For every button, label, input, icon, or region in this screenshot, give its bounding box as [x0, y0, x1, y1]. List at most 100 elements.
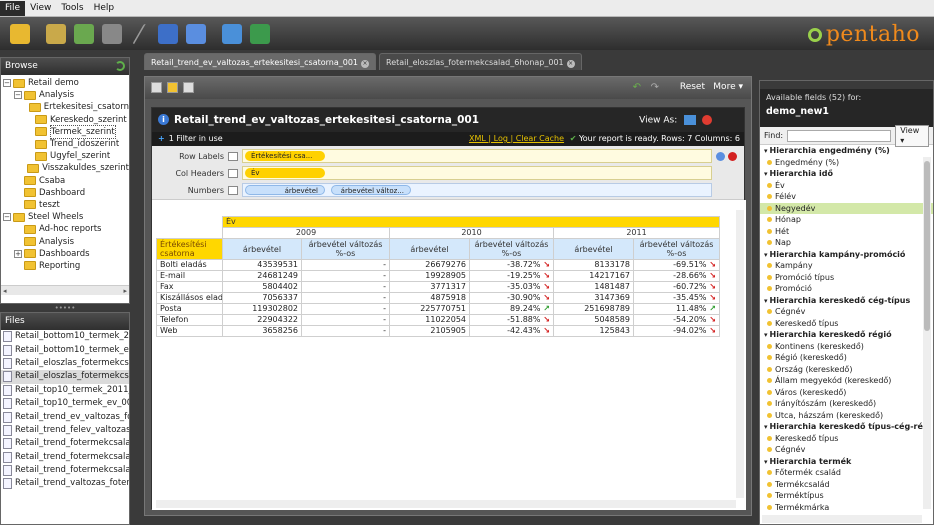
report-tab[interactable]: Retail_eloszlas_fotermekcsalad_6honap_00…: [379, 53, 582, 70]
find-input[interactable]: [787, 129, 892, 142]
report-links[interactable]: XML | Log | Clear Cache: [469, 132, 564, 146]
tree-item[interactable]: Trend_idoszerint: [1, 138, 129, 150]
tree-item[interactable]: Dashboard: [1, 187, 129, 199]
field-item[interactable]: Termékmárka: [760, 502, 933, 514]
file-item[interactable]: Retail_trend_fotermekcsalad: [1, 437, 129, 450]
field-item[interactable]: Cégnév: [760, 444, 933, 456]
chart-toggle-icon[interactable]: [183, 82, 194, 93]
tree-toggle-icon[interactable]: −: [14, 91, 22, 100]
browse-scrollbar[interactable]: ◂ ▸: [1, 285, 129, 295]
fields-hscroll[interactable]: [762, 515, 922, 523]
tab-close-icon[interactable]: ×: [361, 60, 370, 68]
row-label[interactable]: E-mail: [156, 270, 223, 282]
file-item[interactable]: Retail_eloszlas_fotermekcsal: [1, 370, 129, 384]
file-item[interactable]: Retail_trend_felev_valtozas_: [1, 424, 129, 437]
info-icon[interactable]: i: [158, 114, 169, 125]
redo-icon[interactable]: ↷: [651, 82, 659, 93]
tree-item[interactable]: Ertekesitesi_csatorn: [1, 101, 129, 113]
measure-header[interactable]: árbevétel: [222, 238, 302, 260]
grid-view-icon[interactable]: [151, 82, 162, 93]
field-hierarchy[interactable]: ▾ Hierarchia engedmény (%): [760, 145, 933, 157]
panel-splitter[interactable]: •••••: [0, 304, 130, 312]
field-hierarchy[interactable]: ▾ Hierarchia kereskedő cég-típus: [760, 295, 933, 307]
chart-icon[interactable]: [702, 115, 712, 125]
file-item[interactable]: Retail_top10_termek_2011_: [1, 384, 129, 397]
row-label[interactable]: Bolti eladás: [156, 259, 223, 271]
field-item[interactable]: Hét: [760, 226, 933, 238]
save-icon[interactable]: [158, 23, 178, 44]
new-report-icon[interactable]: [46, 23, 66, 44]
field-item[interactable]: Termékcsalád: [760, 479, 933, 491]
open-folder-icon[interactable]: [10, 23, 30, 44]
field-item[interactable]: Kereskedő típus: [760, 433, 933, 445]
pivot-vscroll[interactable]: [736, 210, 744, 498]
file-item[interactable]: Retail_bottom10_termek_20: [1, 330, 129, 343]
row-label[interactable]: Web: [156, 325, 223, 337]
year-header[interactable]: 2010: [389, 227, 554, 239]
tree-item[interactable]: Ugyfel_szerint: [1, 150, 129, 162]
row-label[interactable]: Fax: [156, 281, 223, 293]
field-item[interactable]: Állam megyekód (kereskedő): [760, 375, 933, 387]
measure-pill[interactable]: árbevétel: [245, 185, 325, 195]
field-hierarchy[interactable]: ▾ Hierarchia kereskedő típus-cég-rég: [760, 421, 933, 433]
file-item[interactable]: Retail_trend_fotermekcsalad: [1, 464, 129, 477]
field-item[interactable]: Promóció: [760, 283, 933, 295]
save-as-icon[interactable]: [186, 23, 206, 44]
tree-item[interactable]: Csaba: [1, 175, 129, 187]
expand-triangle-icon[interactable]: ▾: [764, 297, 768, 305]
pivot-hscroll[interactable]: [156, 500, 736, 508]
field-item[interactable]: Cégnév: [760, 306, 933, 318]
measure-header[interactable]: árbevétel változás %-os: [632, 238, 721, 260]
tree-item[interactable]: Termek_szerint: [1, 124, 129, 139]
tree-item[interactable]: − Retail demo: [1, 77, 129, 89]
field-item[interactable]: Engedmény (%): [760, 157, 933, 169]
file-item[interactable]: Retail_trend_valtozas_fotern: [1, 477, 129, 490]
refresh-icon[interactable]: [115, 61, 125, 71]
undo-icon[interactable]: ↶: [633, 82, 641, 93]
file-item[interactable]: Retail_top10_termek_ev_001: [1, 397, 129, 410]
new-dashboard-icon[interactable]: [102, 23, 122, 44]
field-item[interactable]: Promóció típus: [760, 272, 933, 284]
year-header[interactable]: 2009: [222, 227, 390, 239]
menu-help[interactable]: Help: [89, 1, 120, 16]
measure-pill[interactable]: árbevétel változ...: [331, 185, 411, 195]
expand-triangle-icon[interactable]: ▾: [764, 331, 768, 339]
col-headers-bar[interactable]: Év: [242, 166, 712, 180]
menu-tools[interactable]: Tools: [56, 1, 88, 16]
year-header[interactable]: 2011: [552, 227, 721, 239]
tree-item[interactable]: Visszakuldes_szerint: [1, 162, 129, 174]
field-item[interactable]: Kontinens (kereskedő): [760, 341, 933, 353]
file-item[interactable]: Retail_trend_fotermekcsalad: [1, 451, 129, 464]
row-label[interactable]: Posta: [156, 303, 223, 315]
field-item[interactable]: Év: [760, 180, 933, 192]
field-item[interactable]: Félév: [760, 191, 933, 203]
monitor-icon[interactable]: [222, 23, 242, 44]
tree-item[interactable]: − Steel Wheels: [1, 211, 129, 223]
tree-toggle-icon[interactable]: −: [3, 213, 11, 222]
field-item[interactable]: Kereskedő típus: [760, 318, 933, 330]
numbers-bar[interactable]: árbevétel árbevétel változ...: [242, 183, 712, 197]
field-item[interactable]: Város (kereskedő): [760, 387, 933, 399]
fields-scrollbar[interactable]: [923, 157, 931, 509]
row-label[interactable]: Kiszállásos eladás: [156, 292, 223, 304]
filter-icon[interactable]: [167, 82, 178, 93]
add-filter-icon[interactable]: +: [158, 134, 165, 143]
reset-button[interactable]: Reset: [680, 82, 705, 92]
field-hierarchy[interactable]: ▾ Hierarchia kereskedő régió: [760, 329, 933, 341]
settings-icon[interactable]: [716, 151, 725, 161]
report-tab[interactable]: Retail_trend_ev_valtozas_ertekesitesi_cs…: [144, 53, 377, 70]
expand-triangle-icon[interactable]: ▾: [764, 423, 768, 431]
field-item[interactable]: Régió (kereskedő): [760, 352, 933, 364]
col-pill[interactable]: Év: [245, 168, 325, 178]
field-item[interactable]: Terméktípus: [760, 490, 933, 502]
tab-close-icon[interactable]: ×: [566, 60, 575, 68]
edit-icon[interactable]: [132, 23, 148, 44]
filter-count[interactable]: 1 Filter in use: [169, 134, 223, 143]
field-item[interactable]: Utca, házszám (kereskedő): [760, 410, 933, 422]
file-item[interactable]: Retail_eloszlas_fotermekcsal: [1, 357, 129, 370]
field-item[interactable]: Negyedév: [760, 202, 933, 214]
expand-triangle-icon[interactable]: ▾: [764, 458, 768, 466]
menu-file[interactable]: File: [0, 0, 26, 16]
close-icon[interactable]: [728, 151, 737, 161]
field-hierarchy[interactable]: ▾ Hierarchia termék: [760, 456, 933, 468]
